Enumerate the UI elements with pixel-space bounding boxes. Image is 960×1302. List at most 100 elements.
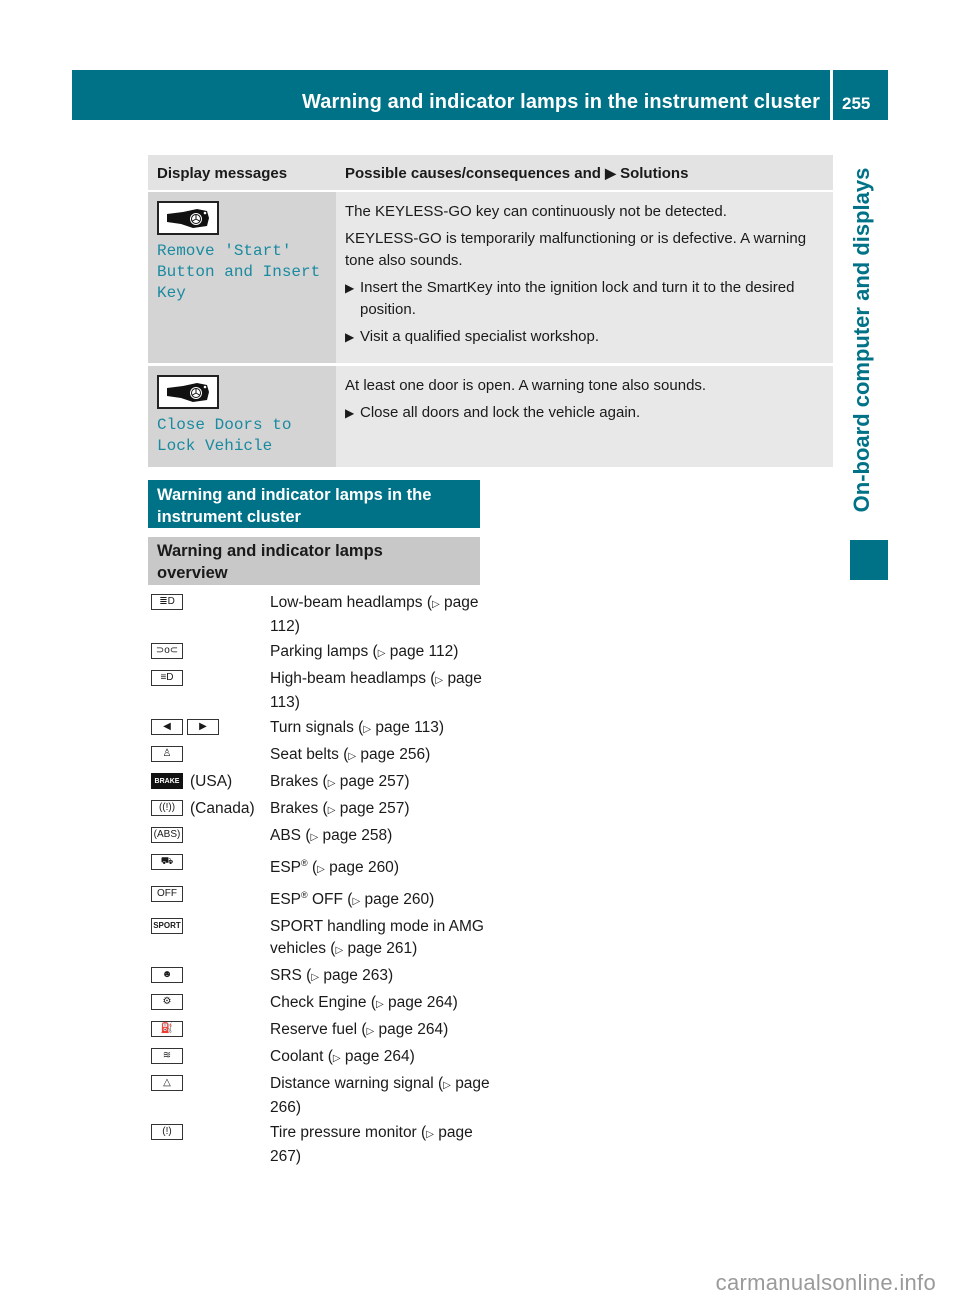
lamp-icon-column: (ABS) [151,825,270,849]
page-reference-link[interactable]: page 260 [364,891,429,908]
lamp-icon-column: ⊃o⊂ [151,641,270,665]
lamp-description: Turn signals (▷ page 113) [270,719,445,736]
lamp-list-item: ((!)) (Canada) Brakes (▷ page 257) [151,798,491,822]
page-reference-icon: ▷ [327,805,336,816]
lamp-list-item: SPORT SPORT handling mode in AMG vehicles… [151,916,491,962]
lamp-label: ABS [270,827,302,844]
page-reference-link[interactable]: page 257 [340,800,405,817]
lamp-list-item: ≣D Low-beam headlamps (▷ page 112) [151,592,491,638]
page-reference-link[interactable]: page 113 [375,719,439,736]
lamp-icon-column: (!) [151,1122,270,1168]
abs-icon: (ABS) [151,827,183,843]
page-reference-icon: ▷ [426,1129,434,1141]
lamps-list: ≣D Low-beam headlamps (▷ page 112) ⊃o⊂ Park… [151,592,491,1171]
step-arrow-icon: ▶ [345,281,355,295]
low-beam-icon: ≣D [151,594,183,610]
lamp-icon-column: ⛟ [151,852,270,881]
check-engine-icon: ⚙ [151,994,183,1011]
table-row: Close Doors to Lock Vehicle At least one … [148,366,833,467]
lamp-label: Brakes [270,773,319,790]
brake-usa-icon: BRAKE [151,773,183,789]
running-header-title: Warning and indicator lamps in the instr… [302,91,820,113]
page-reference-link[interactable]: page 264 [345,1048,410,1065]
column-header-label: Solutions [620,165,689,182]
solution-step: ▶ Visit a qualified specialist workshop. [345,326,824,348]
lamp-list-item: ♙ Seat belts (▷ page 256) [151,744,491,768]
lamp-label: ESP® OFF [270,890,343,909]
lamp-label: Distance warning signal [270,1075,434,1093]
subsection-heading-text: Warning and indicator lamps overview [157,542,383,582]
page-reference-link[interactable]: page 258 [323,827,388,844]
lamp-label: Seat belts [270,746,339,763]
column-header-label: Display messages [157,165,288,182]
lamp-description: Distance warning signal (▷ page 266) [270,1075,490,1117]
lamp-list-item: ⊃o⊂ Parking lamps (▷ page 112) [151,641,491,665]
lamp-description: ESP® OFF (▷ page 260) [270,890,435,909]
display-message-text: Close Doors to Lock Vehicle [157,416,292,455]
lamp-icon-column: ⚙ [151,992,270,1016]
cause-text: The KEYLESS-GO key can continuously not … [345,203,727,220]
parking-lamps-icon: ⊃o⊂ [151,643,183,659]
page-reference-link[interactable]: page 261 [347,940,412,957]
page-reference-link[interactable]: page 256 [360,746,425,763]
section-heading-text: Warning and indicator lamps in the instr… [157,486,432,526]
step-arrow-icon: ▶ [345,406,355,420]
lamp-description: Low-beam headlamps (▷ page 112) [270,594,479,635]
lamp-list-item: ≋ Coolant (▷ page 264) [151,1046,491,1070]
sport-icon: SPORT [151,918,183,935]
page-reference-icon: ▷ [332,1053,341,1065]
lamp-description: ABS (▷ page 258) [270,827,393,844]
page-reference-icon: ▷ [317,864,325,876]
lamp-label: Brakes [270,800,319,817]
lamp-label: Low-beam headlamps [270,594,423,611]
page-reference-link[interactable]: page 260 [329,859,394,876]
page-reference-icon: ▷ [311,972,320,984]
causes-solutions-cell: The KEYLESS-GO key can continuously not … [336,192,833,366]
subsection-heading: Warning and indicator lamps overview [148,537,480,585]
lamp-description: ESP® (▷ page 260) [270,858,399,877]
lamp-icon-column: ♙ [151,744,270,768]
page-reference-icon: ▷ [443,1080,451,1092]
distance-warning-icon: △ [151,1075,183,1092]
lamp-icon-column: ≋ [151,1046,270,1070]
lamp-description: High-beam headlamps (▷ page 113) [270,670,482,711]
keyless-go-key-icon [157,201,219,235]
page-reference-link[interactable]: page 263 [323,967,388,984]
esp-icon: ⛟ [151,854,183,870]
page-reference-icon: ▷ [375,999,384,1011]
lamp-icon-column: BRAKE (USA) [151,771,270,795]
side-tab: On-board computer and displays [842,155,882,525]
brake-canada-icon: ((!)) [151,800,183,816]
lamp-list-item: (!) Tire pressure monitor (▷ page 267) [151,1122,491,1168]
seat-belt-icon: ♙ [151,746,183,762]
table-header-row: Display messages Possible causes/consequ… [148,155,833,192]
page-reference-icon: ▷ [431,599,440,610]
lamp-list-item: △ Distance warning signal (▷ page 266) [151,1073,491,1119]
display-message-cell: Close Doors to Lock Vehicle [148,366,336,467]
cause-text: KEYLESS-GO is temporarily malfunctioning… [345,230,807,269]
lamp-description: SPORT handling mode in AMG vehicles (▷ p… [270,918,484,958]
solution-step-text: Visit a qualified specialist workshop. [360,328,600,345]
lamp-description: Brakes (▷ page 257) [270,773,410,790]
solution-step: ▶ Insert the SmartKey into the ignition l… [345,277,824,321]
page-reference-icon: ▷ [366,1026,375,1038]
page-reference-link[interactable]: page 264 [388,994,453,1011]
page-reference-link[interactable]: page 257 [340,773,405,790]
page-reference-icon: ▷ [435,675,444,686]
page-reference-icon: ▷ [377,648,386,659]
lamp-icon-column: ≡D [151,668,270,714]
page-reference-link[interactable]: page 112 [390,643,454,660]
page-reference-icon: ▷ [335,945,344,957]
causes-solutions-cell: At least one door is open. A warning ton… [336,366,833,467]
lamp-label: High-beam headlamps [270,670,426,687]
tire-pressure-icon: (!) [151,1124,183,1141]
page-reference-link[interactable]: page 264 [379,1021,444,1038]
turn-signal-left-icon: ◀ [151,719,183,735]
srs-icon: ☻ [151,967,183,984]
step-arrow-icon: ▶ [345,330,355,344]
page-reference-icon: ▷ [363,724,372,735]
region-label: (USA) [190,773,233,790]
page-number-box: 255 [833,70,888,120]
solution-step-text: Close all doors and lock the vehicle aga… [360,404,641,421]
lamp-list-item: OFF ESP® OFF (▷ page 260) [151,884,491,913]
